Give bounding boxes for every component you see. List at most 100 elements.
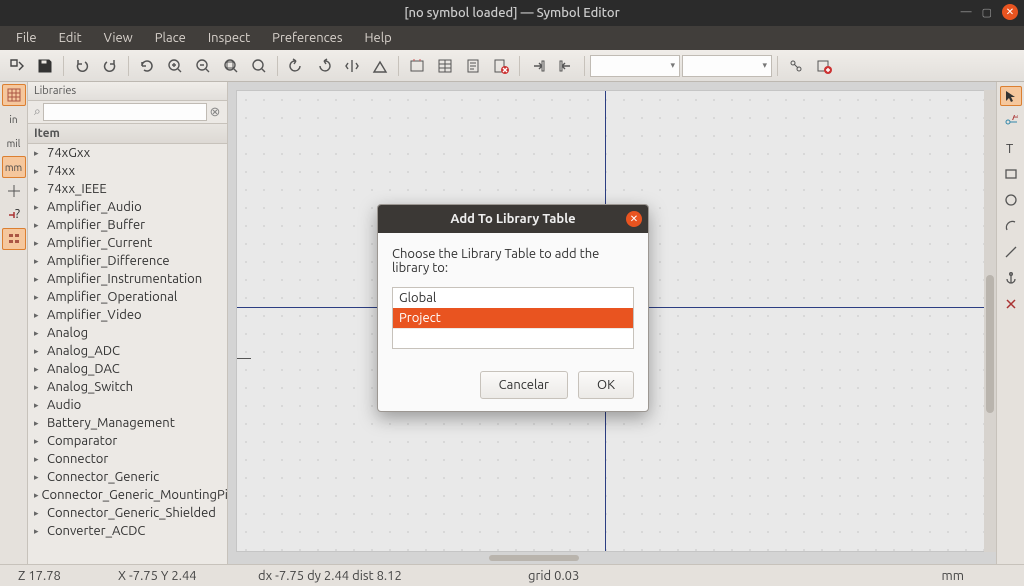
expand-icon[interactable]: ▸ [34,454,44,465]
zoom-fit-button[interactable] [218,54,244,78]
datasheet-button[interactable] [460,54,486,78]
drawing-canvas[interactable] [236,90,988,552]
expand-icon[interactable]: ▸ [34,310,44,321]
, library-item[interactable]: ▸Connector_Generic_MountingPin [28,486,227,504]
rectangle-tool-button[interactable] [1000,164,1022,184]
export-button[interactable] [525,54,551,78]
expand-icon[interactable]: ▸ [34,436,44,447]
body-style-select[interactable]: ▾ [682,55,772,77]
, library-item[interactable]: ▸Analog_ADC [28,342,227,360]
expand-icon[interactable]: ▸ [34,418,44,429]
, library-item[interactable]: ▸Analog_DAC [28,360,227,378]
canvas-vscrollbar[interactable] [984,90,996,552]
erc-button[interactable] [488,54,514,78]
window-close-button[interactable]: ✕ [1002,4,1018,20]
expand-icon[interactable]: ▸ [34,238,44,249]
, library-item[interactable]: ▸Analog [28,324,227,342]
, library-item[interactable]: ▸Amplifier_Instrumentation [28,270,227,288]
expand-icon[interactable]: ▸ [34,166,44,177]
unit-mm-button[interactable]: mm [2,156,26,178]
expand-icon[interactable]: ▸ [34,490,39,501]
expand-icon[interactable]: ▸ [34,184,44,195]
anchor-tool-button[interactable] [1000,268,1022,288]
zoom-select-button[interactable] [246,54,272,78]
, library-item[interactable]: ▸Amplifier_Operational [28,288,227,306]
expand-icon[interactable]: ▸ [34,400,44,411]
menu-help[interactable]: Help [355,28,402,48]
import-button[interactable] [553,54,579,78]
expand-icon[interactable]: ▸ [34,148,44,159]
window-minimize-button[interactable]: — [961,6,972,18]
grid-toggle-button[interactable] [2,84,26,106]
expand-icon[interactable]: ▸ [34,328,44,339]
, library-item[interactable]: ▸Analog_Switch [28,378,227,396]
expand-icon[interactable]: ▸ [34,346,44,357]
line-tool-button[interactable] [1000,242,1022,262]
add-library-button[interactable] [811,54,837,78]
expand-icon[interactable]: ▸ [34,256,44,267]
mirror-h-button[interactable] [339,54,365,78]
, library-item[interactable]: ▸74xx [28,162,227,180]
expand-icon[interactable]: ▸ [34,220,44,231]
pin-show-button[interactable]: ? [2,204,26,226]
expand-icon[interactable]: ▸ [34,364,44,375]
pin-table-button[interactable] [432,54,458,78]
, library-item[interactable]: ▸Amplifier_Current [28,234,227,252]
scrollbar-thumb[interactable] [986,275,994,414]
menu-edit[interactable]: Edit [49,28,92,48]
library-list[interactable]: ▸74xGxx▸74xx▸74xx_IEEE▸Amplifier_Audio▸A… [28,144,227,564]
zoom-in-button[interactable] [162,54,188,78]
redo-button[interactable] [97,54,123,78]
, library-item[interactable]: ▸Amplifier_Buffer [28,216,227,234]
rotate-cw-button[interactable] [311,54,337,78]
arc-tool-button[interactable] [1000,216,1022,236]
, library-item[interactable]: ▸Converter_ACDC [28,522,227,540]
unit-inch-button[interactable]: in [2,108,26,130]
unit-mil-button[interactable]: mil [2,132,26,154]
, library-item[interactable]: ▸Amplifier_Video [28,306,227,324]
tree-view-button[interactable] [2,228,26,250]
rotate-ccw-button[interactable] [283,54,309,78]
pin-tool-button[interactable]: A [1000,112,1022,132]
text-tool-button[interactable]: T [1000,138,1022,158]
unit-select[interactable]: ▾ [590,55,680,77]
refresh-button[interactable] [134,54,160,78]
mirror-v-button[interactable] [367,54,393,78]
canvas-hscrollbar-thumb[interactable] [489,555,579,561]
zoom-out-button[interactable] [190,54,216,78]
, library-item[interactable]: ▸Connector_Generic [28,468,227,486]
clear-search-button[interactable]: ⊗ [207,105,223,120]
expand-icon[interactable]: ▸ [34,292,44,303]
cursor-shape-button[interactable] [2,180,26,202]
menu-preferences[interactable]: Preferences [262,28,352,48]
library-column-header[interactable]: Item [28,124,227,144]
delete-tool-button[interactable] [1000,294,1022,314]
, library-item[interactable]: ▸Audio [28,396,227,414]
library-search-input[interactable] [43,103,207,121]
, library-item[interactable]: ▸74xGxx [28,144,227,162]
expand-icon[interactable]: ▸ [34,382,44,393]
expand-icon[interactable]: ▸ [34,472,44,483]
, library-item[interactable]: ▸Connector_Generic_Shielded [28,504,227,522]
, library-item[interactable]: ▸Amplifier_Difference [28,252,227,270]
sync-pins-button[interactable] [783,54,809,78]
menu-inspect[interactable]: Inspect [198,28,260,48]
window-maximize-button[interactable]: ▢ [982,6,992,19]
select-tool-button[interactable] [1000,86,1022,106]
expand-icon[interactable]: ▸ [34,202,44,213]
save-button[interactable] [32,54,58,78]
, library-item[interactable]: ▸Amplifier_Audio [28,198,227,216]
, library-item[interactable]: ▸Comparator [28,432,227,450]
symbol-properties-button[interactable] [404,54,430,78]
expand-icon[interactable]: ▸ [34,274,44,285]
circle-tool-button[interactable] [1000,190,1022,210]
menu-file[interactable]: File [6,28,47,48]
menu-place[interactable]: Place [145,28,196,48]
, library-item[interactable]: ▸Connector [28,450,227,468]
expand-icon[interactable]: ▸ [34,526,44,537]
expand-icon[interactable]: ▸ [34,508,44,519]
, library-item[interactable]: ▸74xx_IEEE [28,180,227,198]
menu-view[interactable]: View [94,28,143,48]
, library-item[interactable]: ▸Battery_Management [28,414,227,432]
new-symbol-button[interactable] [4,54,30,78]
